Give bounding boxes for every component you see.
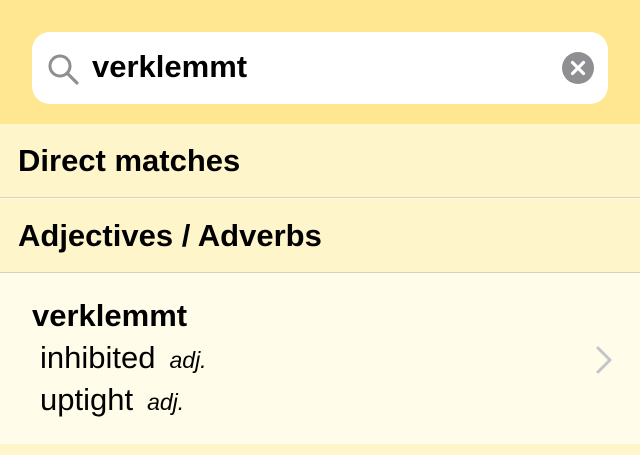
search-input[interactable]: verklemmt [92,32,247,104]
translation-text: inhibited [40,340,156,375]
search-icon [48,54,79,85]
search-bar: verklemmt [0,0,640,124]
part-of-speech: adj. [169,347,207,373]
next-section-edge [0,444,640,455]
section-title: Direct matches [18,143,241,178]
section-title: Adjectives / Adverbs [18,218,322,253]
clear-icon[interactable] [562,52,594,84]
chevron-right-icon [596,346,612,374]
translation-item: uptight adj. [40,382,184,418]
headword: verklemmt [32,298,188,333]
translation-item: inhibited adj. [40,340,207,376]
section-header-adjectives-adverbs: Adjectives / Adverbs [0,199,640,273]
part-of-speech: adj. [147,389,185,415]
translation-text: uptight [40,382,134,417]
section-header-direct-matches: Direct matches [0,124,640,198]
result-row[interactable]: verklemmt inhibited adj. uptight adj. [0,274,640,444]
search-field[interactable]: verklemmt [32,32,608,104]
